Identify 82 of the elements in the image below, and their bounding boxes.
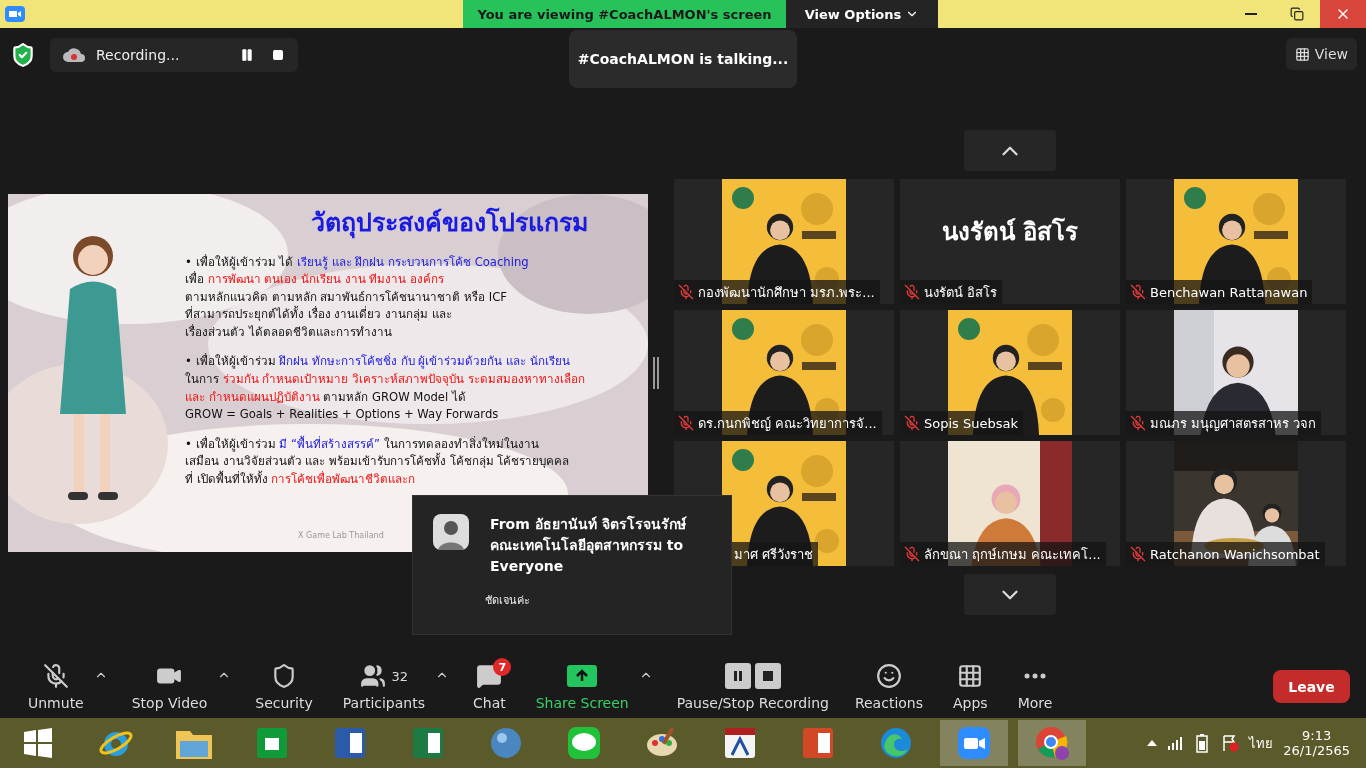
diagram-app-icon bbox=[722, 725, 758, 761]
minimize-icon bbox=[1245, 13, 1257, 15]
restore-icon bbox=[1290, 7, 1304, 21]
slide-text-line: เพื่อ การพัฒนา ตนเอง นักเรียน งาน ทีมงาน องค์กร bbox=[185, 271, 446, 289]
pause-stop-icon bbox=[724, 663, 781, 689]
slide-text-line: ที่สามารถประยุกต์ได้ทั้ง เรื่อง งานเดี่ยว งานกลุ่ม และ bbox=[185, 306, 453, 324]
unread-badge: 7 bbox=[493, 658, 512, 676]
participant-name: มณภร มนุญศาสตรสาหร วจก bbox=[1150, 414, 1317, 434]
toolbar-button[interactable]: Stop Video bbox=[123, 658, 216, 715]
message-text: ชัดเจนค่ะ bbox=[485, 593, 531, 609]
windows-logo-icon bbox=[22, 727, 54, 759]
math-sphere-icon bbox=[488, 725, 524, 761]
screen-share-banner: You are viewing #CoachALMON's screen bbox=[463, 0, 786, 28]
slide-text-line: ตามหลักแนวคิด ตามหลัก สมาพันธ์การโค้ชนานาชาติ หรือ ICF bbox=[185, 288, 508, 306]
slide-text-line: ในการ ร่วมกัน กำหนดเป้าหมาย วิเคราะห์สภาพปัจจุบัน ระดมสมองหาทางเลือก bbox=[185, 371, 586, 389]
slide-text-line: • เพื่อให้ผู้เข้าร่วม ฝึกฝน ทักษะการโค้ชชิ่ง กับ ผู้เข้าร่วมด้วยกัน และ นักเรียน bbox=[185, 353, 571, 371]
toolbar-button[interactable]: Pause/Stop Recording bbox=[668, 658, 837, 715]
participant-name: Ratchanon Wanichsombat bbox=[1150, 546, 1320, 562]
presentation-icon bbox=[800, 725, 836, 761]
toolbar-button[interactable]: Share Screen bbox=[527, 658, 637, 715]
participant-name: นงรัตน์ อิสโร bbox=[924, 283, 998, 302]
participant-name: Benchawan Rattanawan bbox=[1150, 284, 1308, 300]
shield-check-icon[interactable] bbox=[10, 42, 36, 68]
slide-text-line: • เพื่อให้ผู้เข้าร่วม มี “พื้นที่สร้างสรรค์” ในการทดลองทำสิ่งใหม่ในงาน bbox=[185, 435, 540, 453]
microphone-muted-icon bbox=[42, 663, 69, 689]
input-language[interactable]: ไทย bbox=[1249, 732, 1274, 754]
participant-name: Sopis Suebsak bbox=[924, 415, 1018, 431]
flag-error-icon[interactable] bbox=[1221, 734, 1240, 752]
shield-icon bbox=[271, 663, 297, 689]
slide-text-line: เสมือน งานวิจัยส่วนตัว และ พร้อมเข้ารับการโค้ชทั้ง โค้ชกลุ่ม โค้ชรายบุคคล bbox=[185, 453, 571, 471]
toolbar-button[interactable]: Unmute bbox=[20, 658, 92, 715]
more-icon bbox=[1024, 673, 1047, 679]
video-app-icon bbox=[957, 726, 991, 760]
slide-text-line: GROW = Goals + Realities + Options + Way Forwards bbox=[185, 406, 500, 424]
stop-icon bbox=[272, 49, 284, 61]
taskbar-app[interactable] bbox=[1018, 720, 1086, 766]
clock-time[interactable]: 9:13 bbox=[1302, 728, 1332, 743]
toolbar-button[interactable]: Chat 7 bbox=[465, 658, 514, 715]
toolbar-button[interactable]: Security bbox=[247, 658, 321, 715]
tray-expand-icon[interactable] bbox=[1147, 740, 1158, 746]
slide-text-line: เรื่องส่วนตัว ได้ตลอดชีวิตและการทำงาน bbox=[185, 323, 393, 341]
signal-icon[interactable] bbox=[1167, 735, 1184, 751]
avatar bbox=[433, 514, 469, 550]
message-sender: From อัธยานันท์ จิตรโรจนรักษ์ คณะเทคโนโลยีอุตสาหกรรม to Everyone bbox=[490, 514, 688, 576]
spreadsheet-icon bbox=[410, 725, 446, 761]
chrome-browser-icon bbox=[1033, 724, 1071, 762]
taskbar-app[interactable] bbox=[940, 720, 1008, 766]
view-options-button[interactable]: View Options bbox=[786, 0, 938, 28]
view-button[interactable]: View bbox=[1285, 38, 1357, 70]
participant-name: ดร.กนกพิชญ์ คณะวิทยาการจั... bbox=[698, 414, 877, 433]
participant-name: มาศ ศรีวังราช bbox=[734, 545, 814, 564]
people-icon bbox=[359, 663, 386, 689]
participant-name: กองพัฒนานักศึกษา มรภ.พระ... bbox=[698, 283, 875, 302]
talking-notice: #CoachALMON is talking... bbox=[569, 30, 797, 88]
participant-count: 32 bbox=[391, 668, 409, 684]
pause-icon bbox=[240, 48, 254, 62]
clock-date[interactable]: 26/1/2565 bbox=[1283, 743, 1350, 758]
cloud-icon bbox=[62, 47, 86, 63]
leave-button[interactable]: Leave bbox=[1273, 670, 1350, 703]
toolbar-button[interactable]: Apps bbox=[945, 658, 996, 715]
toolbar-button[interactable]: Reactions bbox=[846, 658, 931, 715]
app-logo-icon bbox=[5, 6, 25, 22]
participant-display-name: นงรัตน์ อิสโร bbox=[941, 216, 1079, 248]
grid-icon bbox=[1294, 46, 1310, 62]
slide-text-line: • เพื่อให้ผู้เข้าร่วม ได้ เรียนรู้ และ ฝึกฝน กระบวนการโค้ช Coaching bbox=[185, 253, 530, 271]
share-screen-icon bbox=[567, 665, 598, 687]
slide-text-line: และ กำหนดแผนปฏิบัติงาน ตามหลัก GROW Model ได้ bbox=[185, 388, 467, 406]
slide-text-line: ที่ เปิดพื้นที่ให้ทั้ง การโค้ชเพื่อพัฒนาชีวิตและก bbox=[185, 471, 417, 489]
document-icon bbox=[332, 725, 368, 761]
store-bag-icon bbox=[254, 725, 290, 761]
slide-footer: X Game Lab Thailand bbox=[298, 530, 384, 540]
smiley-icon bbox=[875, 663, 902, 689]
edge-browser-icon bbox=[878, 725, 914, 761]
chat-notification[interactable]: From อัธยานันท์ จิตรโรจนรักษ์ คณะเทคโนโลยีอุตสาหกรรม to Everyone ชัดเจนค่ะ bbox=[412, 495, 732, 635]
participant-name: ลักขณา ฤกษ์เกษม คณะเทคโ... bbox=[924, 545, 1101, 564]
toolbar-button[interactable]: 32 Participants bbox=[334, 658, 433, 715]
chat-app-icon bbox=[566, 725, 602, 761]
slide-title: วัตถุประสงค์ของโปรแกรม bbox=[311, 206, 588, 241]
apps-icon bbox=[957, 663, 984, 689]
recording-status: Recording... bbox=[96, 47, 181, 63]
splitter-handle[interactable] bbox=[653, 356, 659, 389]
toolbar-button[interactable]: More bbox=[1009, 658, 1061, 715]
